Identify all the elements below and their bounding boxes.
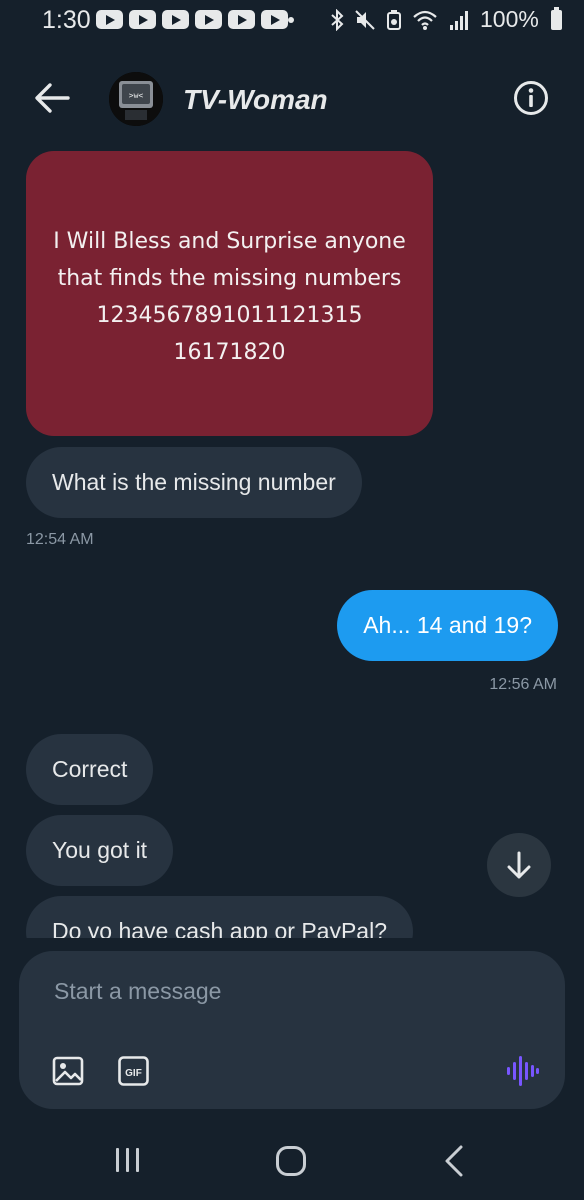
message-timestamp: 12:54 AM: [26, 531, 94, 548]
incoming-message[interactable]: What is the missing number: [26, 447, 362, 518]
info-icon[interactable]: [513, 80, 549, 116]
contact-name[interactable]: TV-Woman: [183, 84, 328, 116]
signal-icon: [450, 10, 468, 30]
youtube-icon: [129, 10, 156, 29]
youtube-icon: [162, 10, 189, 29]
youtube-icon: [195, 10, 222, 29]
nav-back-icon[interactable]: [442, 1144, 466, 1178]
system-navigation-bar: [0, 1118, 584, 1200]
back-arrow-icon[interactable]: [32, 80, 72, 116]
message-timestamp: 12:56 AM: [489, 676, 557, 693]
outgoing-message[interactable]: Ah... 14 and 19?: [337, 590, 558, 661]
message-composer: GIF: [19, 951, 565, 1109]
arrow-down-icon: [507, 851, 531, 879]
image-text-line: 1234567891011121315: [96, 303, 363, 328]
youtube-icon: [228, 10, 255, 29]
voice-message-icon[interactable]: [506, 1054, 540, 1088]
wifi-icon: [413, 10, 437, 30]
system-status: 100%: [330, 6, 562, 33]
image-text-line: 16171820: [173, 340, 286, 365]
status-time: 1:30: [42, 6, 91, 34]
image-text-line: I Will Bless and Surprise anyone: [53, 229, 406, 254]
battery-icon: [550, 6, 562, 30]
incoming-message[interactable]: You got it: [26, 815, 174, 886]
recycle-icon: [387, 9, 401, 30]
message-list-clip: Do yo have cash app or PayPal?: [0, 890, 584, 938]
more-notifications-dot: [288, 17, 294, 23]
battery-percent: 100%: [480, 6, 539, 32]
scroll-to-bottom-button[interactable]: [487, 833, 551, 897]
image-text-line: that finds the missing numbers: [57, 266, 402, 291]
recent-apps-icon[interactable]: [113, 1146, 143, 1174]
incoming-message[interactable]: Correct: [26, 734, 154, 805]
image-message[interactable]: I Will Bless and Surprise anyone that fi…: [26, 151, 433, 436]
status-bar: 1:30 100%: [0, 0, 584, 40]
incoming-message[interactable]: Do yo have cash app or PayPal?: [26, 896, 413, 938]
gif-icon: GIF: [118, 1056, 149, 1086]
gif-label: GIF: [125, 1068, 142, 1079]
message-input[interactable]: [52, 977, 526, 1006]
mute-icon: [355, 9, 375, 30]
gif-button[interactable]: GIF: [118, 1056, 149, 1086]
avatar-face-text: >w<: [129, 91, 144, 100]
conversation-header: >w< TV-Woman: [0, 60, 584, 140]
youtube-icon: [96, 10, 123, 29]
notification-icons: [96, 10, 288, 29]
home-icon[interactable]: [275, 1145, 307, 1177]
avatar-tv-image: >w<: [109, 72, 163, 126]
bluetooth-icon: [331, 8, 344, 31]
youtube-icon: [261, 10, 288, 29]
image-text: I Will Bless and Surprise anyone that fi…: [26, 223, 433, 371]
image-icon[interactable]: [52, 1055, 84, 1087]
avatar[interactable]: >w<: [109, 72, 163, 126]
